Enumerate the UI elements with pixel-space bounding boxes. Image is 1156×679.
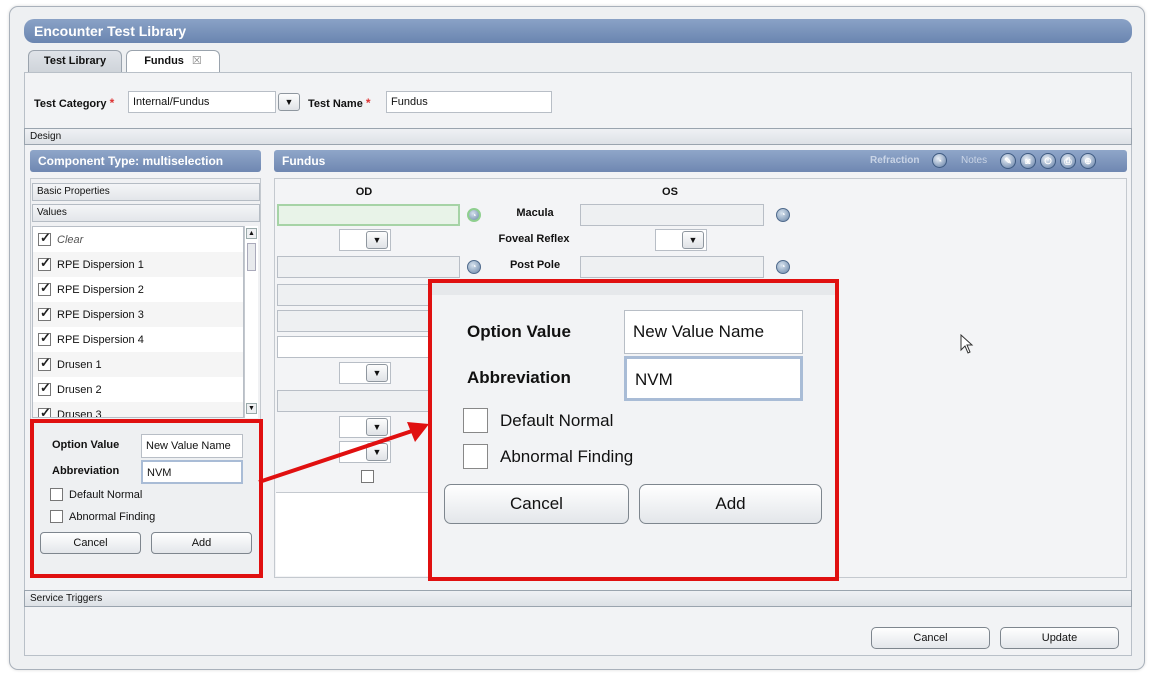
edit-icon[interactable]: ✎ bbox=[1000, 153, 1016, 169]
abnormal-finding-option[interactable]: Abnormal Finding bbox=[50, 510, 155, 523]
abbreviation-input[interactable]: NVM bbox=[141, 460, 243, 484]
fundus-field[interactable] bbox=[277, 284, 432, 306]
post-pole-od-input[interactable] bbox=[277, 256, 460, 278]
update-button[interactable]: Update bbox=[1000, 627, 1119, 649]
checkbox[interactable] bbox=[38, 305, 51, 321]
fundus-notes-area[interactable] bbox=[276, 492, 436, 576]
list-item[interactable]: Drusen 2 bbox=[33, 377, 243, 402]
add-button[interactable]: Add bbox=[151, 532, 252, 554]
tab-fundus[interactable]: Fundus ☒ bbox=[126, 50, 220, 73]
lookup-icon[interactable]: ◔ bbox=[467, 260, 481, 274]
callout-arrow bbox=[258, 422, 429, 484]
values-scrollbar[interactable]: ▲ ▼ bbox=[244, 226, 258, 418]
checkbox[interactable] bbox=[38, 280, 51, 296]
post-pole-label: Post Pole bbox=[509, 259, 561, 271]
foveal-od-select[interactable]: ▼ bbox=[339, 229, 391, 251]
chevron-down-icon[interactable]: ▼ bbox=[278, 93, 300, 111]
abbreviation-label: Abbreviation bbox=[52, 465, 120, 477]
cancel-button[interactable]: Cancel bbox=[40, 532, 141, 554]
zoomed-abbreviation-label: Abbreviation bbox=[467, 368, 571, 387]
zoomed-default-normal-checkbox[interactable] bbox=[463, 408, 488, 433]
macula-label: Macula bbox=[516, 207, 554, 219]
scroll-up-icon[interactable]: ▲ bbox=[246, 228, 257, 239]
lookup-icon[interactable]: ◔ bbox=[776, 260, 790, 274]
window-title: Encounter Test Library bbox=[24, 19, 1132, 43]
fundus-field[interactable] bbox=[277, 336, 432, 358]
mouse-cursor-icon bbox=[960, 334, 974, 354]
tab-test-library[interactable]: Test Library bbox=[28, 50, 122, 72]
zoomed-clip-strip bbox=[432, 283, 835, 295]
test-category-label: Test Category * bbox=[34, 96, 115, 110]
option-value-input[interactable]: New Value Name bbox=[141, 434, 243, 458]
refraction-icon[interactable]: ◔ bbox=[932, 153, 947, 168]
list-item[interactable]: RPE Dispersion 2 bbox=[33, 277, 243, 302]
foveal-reflex-label: Foveal Reflex bbox=[498, 233, 570, 245]
list-item[interactable]: RPE Dispersion 4 bbox=[33, 327, 243, 352]
values-bar[interactable]: Values bbox=[32, 204, 260, 222]
component-type-header: Component Type: multiselection bbox=[30, 150, 261, 172]
post-pole-os-input[interactable] bbox=[580, 256, 764, 278]
checkbox[interactable] bbox=[38, 405, 51, 417]
test-name-label: Test Name * bbox=[308, 96, 371, 110]
option-value-label: Option Value bbox=[52, 439, 120, 451]
os-label: OS bbox=[662, 186, 678, 198]
checkbox[interactable] bbox=[38, 330, 51, 346]
save-icon[interactable]: ◙ bbox=[1020, 153, 1036, 169]
tab-label: Test Library bbox=[43, 55, 107, 67]
scroll-thumb[interactable] bbox=[247, 243, 256, 271]
checkbox[interactable] bbox=[38, 230, 51, 246]
list-item[interactable]: Drusen 3 bbox=[33, 402, 243, 417]
tab-label: Fundus bbox=[144, 55, 184, 67]
fundus-field[interactable] bbox=[277, 390, 432, 412]
checkbox[interactable] bbox=[38, 380, 51, 396]
default-normal-checkbox[interactable] bbox=[50, 488, 63, 501]
fundus-field[interactable] bbox=[277, 310, 432, 332]
fundus-select[interactable]: ▼ bbox=[339, 362, 391, 384]
design-section-bar[interactable]: Design bbox=[24, 128, 1132, 145]
power-icon[interactable]: ⏻ bbox=[1040, 153, 1056, 169]
list-item[interactable]: Drusen 1 bbox=[33, 352, 243, 377]
zoomed-abnormal-finding-checkbox[interactable] bbox=[463, 444, 488, 469]
od-label: OD bbox=[355, 186, 373, 198]
list-item[interactable]: RPE Dispersion 3 bbox=[33, 302, 243, 327]
fundus-title: Fundus bbox=[282, 154, 326, 168]
footer-cancel-button[interactable]: Cancel bbox=[871, 627, 990, 649]
test-category-select[interactable]: Internal/Fundus bbox=[128, 91, 276, 113]
chevron-down-icon[interactable]: ▼ bbox=[682, 231, 704, 249]
zoom-icon[interactable]: ⊕ bbox=[1080, 153, 1096, 169]
abnormal-finding-checkbox[interactable] bbox=[50, 510, 63, 523]
list-item[interactable]: RPE Dispersion 1 bbox=[33, 252, 243, 277]
lookup-icon[interactable]: ◔ bbox=[776, 208, 790, 222]
zoomed-cancel-button[interactable]: Cancel bbox=[444, 484, 629, 524]
default-normal-option[interactable]: Default Normal bbox=[50, 488, 142, 501]
close-icon[interactable]: ☒ bbox=[192, 55, 202, 67]
chevron-down-icon[interactable]: ▼ bbox=[366, 231, 388, 249]
print-icon[interactable]: ⎙ bbox=[1060, 153, 1076, 169]
zoomed-default-normal-option[interactable]: Default Normal bbox=[463, 408, 613, 433]
values-list: Clear RPE Dispersion 1 RPE Dispersion 2 … bbox=[32, 226, 244, 418]
zoomed-add-button[interactable]: Add bbox=[639, 484, 822, 524]
checkbox[interactable] bbox=[38, 355, 51, 371]
macula-os-input[interactable] bbox=[580, 204, 764, 226]
lookup-icon[interactable]: ◔ bbox=[467, 208, 481, 222]
basic-properties-bar[interactable]: Basic Properties bbox=[32, 183, 260, 201]
service-triggers-section-bar[interactable]: Service Triggers bbox=[24, 590, 1132, 607]
test-name-input[interactable]: Fundus bbox=[386, 91, 552, 113]
list-item[interactable]: Clear bbox=[33, 227, 243, 252]
foveal-os-select[interactable]: ▼ bbox=[655, 229, 707, 251]
scroll-down-icon[interactable]: ▼ bbox=[246, 403, 257, 414]
refraction-label: Refraction bbox=[870, 155, 920, 166]
checkbox[interactable] bbox=[38, 255, 51, 271]
macula-od-input[interactable] bbox=[277, 204, 460, 226]
zoomed-abbreviation-input[interactable]: NVM bbox=[624, 356, 803, 401]
zoomed-abnormal-finding-option[interactable]: Abnormal Finding bbox=[463, 444, 633, 469]
notes-label: Notes bbox=[961, 155, 988, 166]
chevron-down-icon[interactable]: ▼ bbox=[366, 364, 388, 382]
zoomed-option-value-input[interactable]: New Value Name bbox=[624, 310, 803, 354]
zoomed-option-value-label: Option Value bbox=[467, 322, 571, 341]
